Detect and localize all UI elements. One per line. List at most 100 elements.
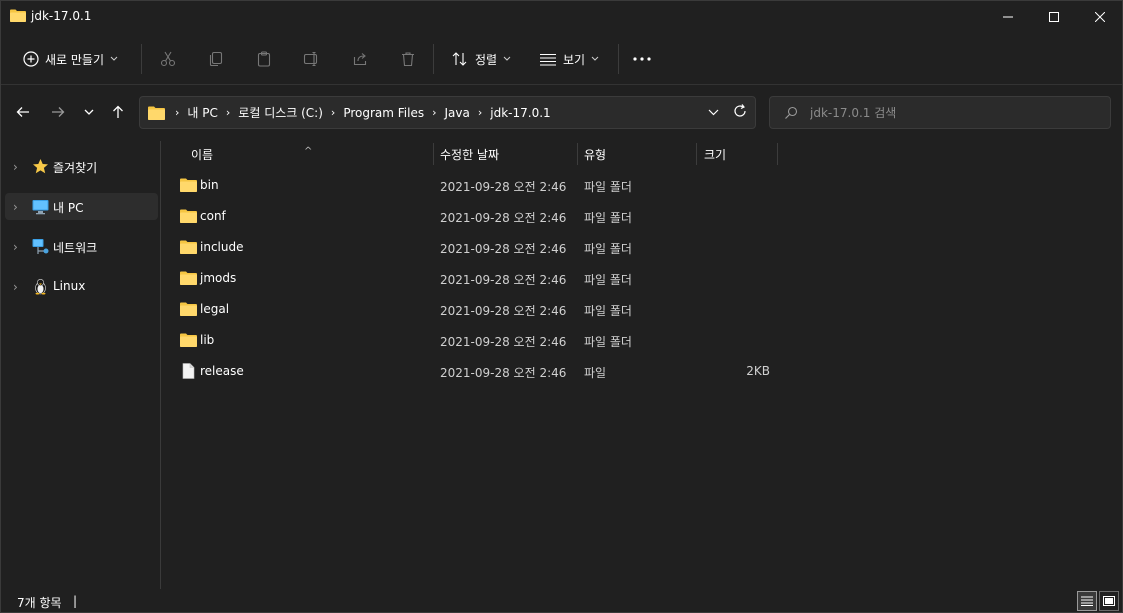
forward-button[interactable] [46, 100, 70, 124]
column-header-label: 유형 [584, 148, 607, 162]
large-icons-view-button[interactable] [1099, 591, 1119, 611]
chevron-right-icon[interactable]: › [13, 240, 18, 254]
column-header-type[interactable]: 유형 [578, 141, 696, 166]
arrow-up-icon [113, 105, 123, 118]
details-view-button[interactable] [1077, 591, 1097, 611]
search-input[interactable] [810, 105, 1100, 121]
sort-label: 정렬 [475, 52, 498, 67]
file-name: conf [200, 209, 226, 223]
cut-button[interactable] [156, 47, 180, 71]
recent-locations-button[interactable] [77, 100, 101, 124]
more-dots-icon [633, 57, 651, 61]
status-bar: 7개 항목 | [1, 589, 1122, 613]
sidebar-item-network[interactable]: › 네트워크 [5, 233, 158, 260]
view-label: 보기 [563, 52, 586, 67]
table-row[interactable]: bin 2021-09-28 오전 2:46 파일 폴더 [171, 170, 941, 201]
penguin-icon [35, 278, 46, 295]
window-title: jdk-17.0.1 [31, 9, 92, 23]
more-options-button[interactable] [625, 47, 659, 71]
maximize-button[interactable] [1031, 1, 1077, 33]
copy-icon [209, 51, 223, 67]
file-name: include [200, 240, 244, 254]
new-button[interactable]: 새로 만들기 [15, 45, 126, 73]
file-type: 파일 폴더 [584, 335, 632, 349]
folder-icon [180, 178, 197, 192]
new-button-label: 새로 만들기 [45, 52, 105, 67]
chevron-right-icon[interactable]: › [474, 106, 486, 119]
sidebar-item-linux[interactable]: › Linux [5, 273, 158, 300]
breadcrumb-program-files[interactable]: Program Files [339, 106, 428, 120]
separator [618, 44, 619, 74]
search-box[interactable] [769, 96, 1111, 129]
file-type: 파일 폴더 [584, 242, 632, 256]
file-name: bin [200, 178, 219, 192]
sidebar-item-label: 내 PC [53, 201, 84, 215]
column-divider[interactable] [777, 143, 778, 165]
refresh-button[interactable] [733, 104, 747, 121]
up-button[interactable] [106, 100, 130, 124]
details-view-icon [1081, 596, 1093, 606]
breadcrumb-java[interactable]: Java [441, 106, 474, 120]
delete-button[interactable] [396, 47, 420, 71]
maximize-icon [1049, 12, 1059, 22]
folder-icon [10, 9, 26, 22]
star-icon [33, 159, 48, 174]
sort-ascending-icon: ^ [304, 146, 313, 157]
address-bar[interactable]: › 내 PC › 로컬 디스크 (C:) › Program Files › J… [139, 96, 756, 129]
table-row[interactable]: include 2021-09-28 오전 2:46 파일 폴더 [171, 232, 941, 263]
column-header-label: 크기 [704, 148, 727, 162]
large-icons-view-icon [1103, 596, 1115, 606]
table-row[interactable]: jmods 2021-09-28 오전 2:46 파일 폴더 [171, 263, 941, 294]
breadcrumb-this-pc[interactable]: 내 PC [183, 104, 221, 121]
table-row[interactable]: lib 2021-09-28 오전 2:46 파일 폴더 [171, 325, 941, 356]
back-button[interactable] [11, 100, 35, 124]
view-button[interactable]: 보기 [531, 45, 607, 73]
rename-button[interactable] [300, 47, 324, 71]
explorer-window: jdk-17.0.1 새로 만들기 정렬 보기 › 내 PC › 로컬 디스크 … [0, 0, 1123, 613]
sidebar-item-this-pc[interactable]: › 내 PC [5, 193, 158, 220]
arrow-right-icon [52, 107, 65, 117]
plus-circle-icon [23, 51, 39, 67]
close-button[interactable] [1077, 1, 1123, 33]
chevron-right-icon[interactable]: › [327, 106, 339, 119]
file-type: 파일 폴더 [584, 180, 632, 194]
file-date: 2021-09-28 오전 2:46 [440, 180, 567, 194]
file-date: 2021-09-28 오전 2:46 [440, 273, 567, 287]
sidebar-item-favorites[interactable]: › 즐겨찾기 [5, 153, 158, 180]
chevron-down-icon [708, 109, 719, 116]
chevron-down-icon [591, 56, 599, 61]
copy-button[interactable] [204, 47, 228, 71]
table-row[interactable]: release 2021-09-28 오전 2:46 파일 2KB [171, 356, 941, 387]
column-header-size[interactable]: 크기 [697, 141, 777, 166]
column-header-name[interactable]: ^ 이름 [161, 141, 433, 166]
arrow-left-icon [16, 107, 29, 117]
sort-button[interactable]: 정렬 [443, 45, 519, 73]
table-row[interactable]: legal 2021-09-28 오전 2:46 파일 폴더 [171, 294, 941, 325]
column-header-date[interactable]: 수정한 날짜 [434, 141, 577, 166]
folder-icon [180, 333, 197, 347]
address-history-button[interactable] [708, 105, 719, 119]
share-button[interactable] [348, 47, 372, 71]
table-row[interactable]: conf 2021-09-28 오전 2:46 파일 폴더 [171, 201, 941, 232]
file-type: 파일 폴더 [584, 273, 632, 287]
chevron-right-icon[interactable]: › [222, 106, 234, 119]
file-type: 파일 [584, 366, 607, 380]
breadcrumb-local-disk[interactable]: 로컬 디스크 (C:) [234, 104, 327, 121]
sort-icon [452, 52, 467, 66]
paste-button[interactable] [252, 47, 276, 71]
chevron-right-icon[interactable]: › [428, 106, 440, 119]
file-date: 2021-09-28 오전 2:46 [440, 335, 567, 349]
column-header-label: 수정한 날짜 [440, 148, 500, 162]
breadcrumb-jdk[interactable]: jdk-17.0.1 [486, 106, 554, 120]
status-separator: | [73, 594, 78, 608]
minimize-button[interactable] [985, 1, 1031, 33]
sidebar-item-label: Linux [53, 279, 86, 293]
file-date: 2021-09-28 오전 2:46 [440, 304, 567, 318]
chevron-right-icon[interactable]: › [13, 160, 18, 174]
file-list: ^ 이름 수정한 날짜 유형 크기 bin 2021-09-28 오전 2:46… [161, 141, 1122, 589]
chevron-right-icon[interactable]: › [13, 280, 18, 294]
rename-icon [303, 51, 318, 67]
chevron-right-icon[interactable]: › [13, 200, 18, 214]
title-bar: jdk-17.0.1 [1, 1, 1122, 33]
file-type: 파일 폴더 [584, 304, 632, 318]
